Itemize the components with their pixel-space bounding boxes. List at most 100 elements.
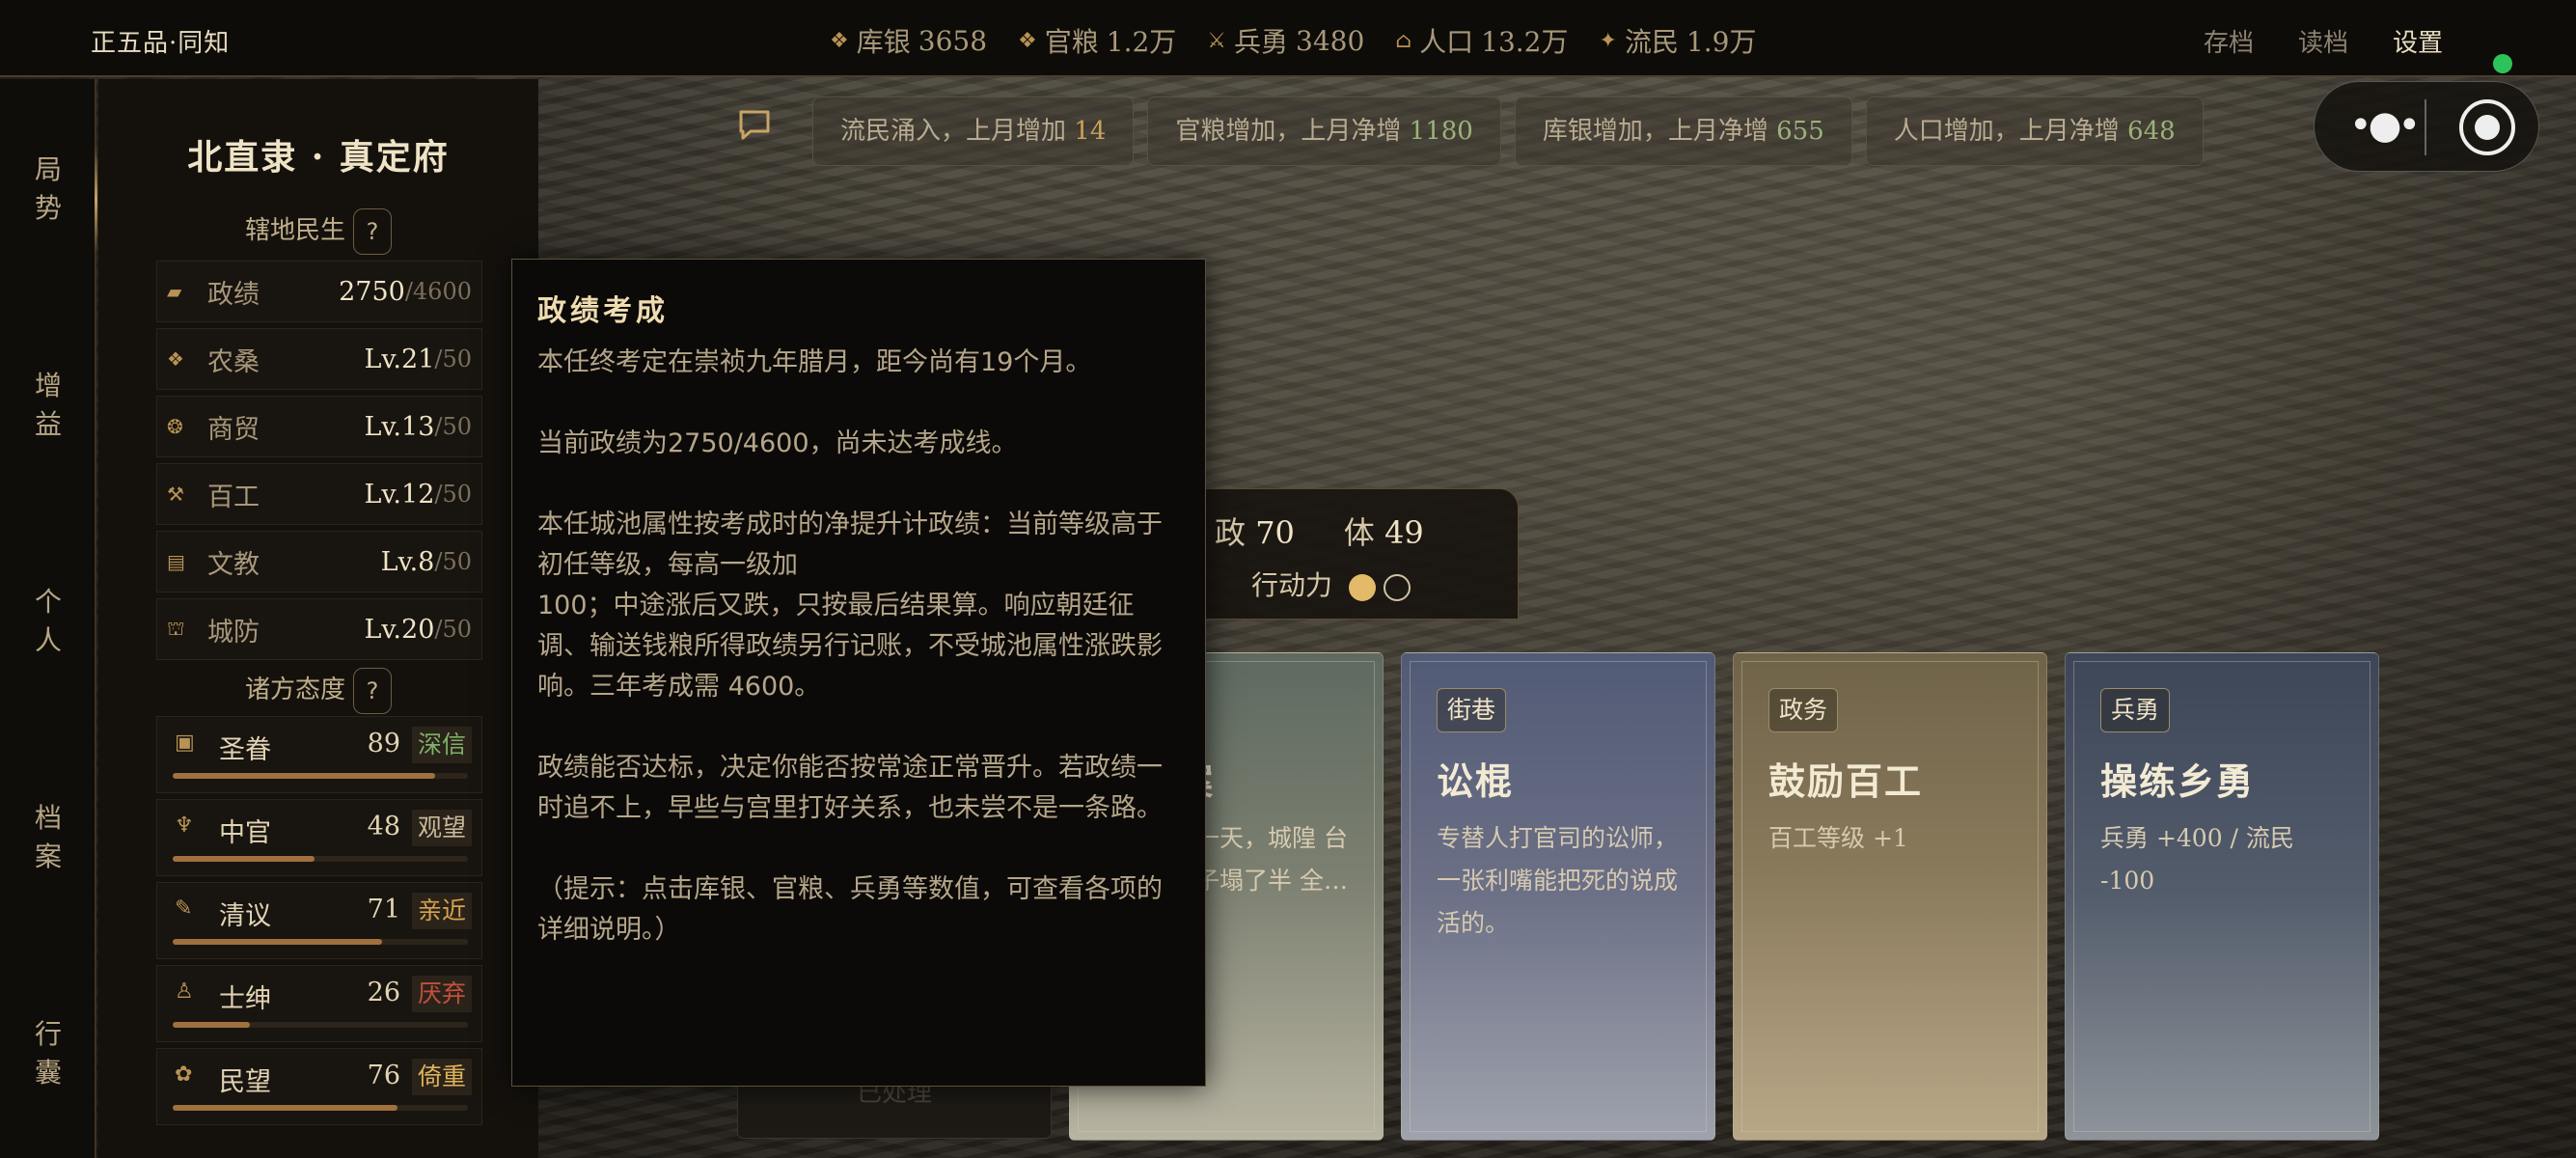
nav-archive[interactable]: 档案	[0, 799, 96, 876]
card-tag: 政务	[1768, 688, 1839, 732]
chat-icon[interactable]	[737, 108, 772, 150]
defense-icon: ⛫	[167, 616, 185, 640]
card-description: 专替人打官司的讼师，一张利嘴能把死的说成活的。	[1437, 824, 1679, 937]
attitude-eunuch[interactable]: ♆ 中官 48 观望	[156, 799, 482, 876]
attitude-bar-fill	[173, 1022, 250, 1028]
help-button[interactable]: ?	[353, 668, 392, 714]
attitude-bar-fill	[173, 773, 436, 779]
attitude-bar-fill	[173, 939, 383, 945]
section-livelihood: 辖地民生?	[98, 208, 538, 255]
card-description: 百工等级 +1	[1768, 824, 1908, 852]
news-item[interactable]: 官粮增加，上月净增 1180	[1147, 96, 1501, 166]
resource-refugees[interactable]: ✦ 流民 1.9万	[1600, 21, 1757, 60]
crafts-icon: ⚒	[167, 482, 184, 506]
merit-tooltip: 政绩考成 本任终考定在崇祯九年腊月，距今尚有19个月。 当前政绩为2750/46…	[511, 259, 1206, 1087]
attitude-scholars[interactable]: ✎ 清议 71 亲近	[156, 882, 482, 959]
attitude-gentry[interactable]: ♙ 士绅 26 厌弃	[156, 965, 482, 1042]
attitude-badge: 厌弃	[411, 976, 472, 1012]
action-point-pip	[1383, 573, 1411, 601]
trade-icon: ❂	[167, 415, 183, 438]
news-item[interactable]: 人口增加，上月净增 648	[1865, 96, 2204, 166]
action-point-pips	[1341, 569, 1411, 601]
top-menu: 存档 读档 设置	[2204, 23, 2443, 59]
capsule-divider	[2425, 99, 2426, 155]
card-tag: 兵勇	[2100, 688, 2171, 732]
tooltip-paragraph: 本任城池属性按考成时的净提升计政绩：当前等级高于初任等级，每高一级加 100；中…	[537, 510, 1163, 702]
card-tag: 街巷	[1437, 688, 1507, 732]
action-points: 行动力	[1251, 565, 1411, 603]
attitude-bar-fill	[173, 1105, 397, 1111]
education-icon: ▤	[167, 550, 185, 573]
resource-bar: ❖ 库银 3658 ❖ 官粮 1.2万 ⚔ 兵勇 3480 ⌂ 人口 13.2万 ✦ 流民 1.9万	[830, 21, 1756, 60]
official-rank: 正五品·同知	[91, 29, 231, 58]
soldier-icon: ⚔	[1207, 28, 1227, 53]
more-icon[interactable]: •●•	[2349, 103, 2421, 148]
attitude-bar	[173, 1105, 468, 1111]
people-icon: ✿	[175, 1062, 193, 1087]
grain-icon: ❖	[1018, 28, 1037, 53]
card-description: 兵勇 +400 / 流民 -100	[2100, 824, 2294, 895]
attitude-badge: 观望	[411, 810, 472, 846]
top-bar: 正五品·同知 ❖ 库银 3658 ❖ 官粮 1.2万 ⚔ 兵勇 3480 ⌂ 人口 13.2万 …	[0, 0, 2576, 77]
load-button[interactable]: 读档	[2298, 23, 2348, 59]
card-title: 讼棍	[1437, 759, 1515, 803]
region-panel: 北直隶 · 真定府 辖地民生? ▰ 政绩 2750/4600 ❖ 农桑 Lv.21/50…	[98, 79, 538, 1158]
card-title: 操练乡勇	[2100, 759, 2256, 803]
gentry-icon: ♙	[175, 979, 194, 1004]
eunuch-icon: ♆	[175, 813, 194, 838]
stat-agriculture[interactable]: ❖ 农桑 Lv.21/50	[156, 328, 482, 390]
stat-education[interactable]: ▤ 文教 Lv.8/50	[156, 531, 482, 593]
card-description: 一天，城隍 台子塌了半 全…	[1195, 824, 1348, 895]
attitude-bar	[173, 773, 468, 779]
news-item[interactable]: 库银增加，上月净增 655	[1514, 96, 1852, 166]
tooltip-body: 本任终考定在崇祯九年腊月，距今尚有19个月。 当前政绩为2750/4600，尚未…	[537, 343, 1182, 991]
settings-button[interactable]: 设置	[2393, 23, 2443, 59]
attitude-badge: 倚重	[411, 1059, 472, 1095]
attitude-bar	[173, 939, 468, 945]
news-strip: 流民涌入，上月增加 14 官粮增加，上月净增 1180 库银增加，上月净增 65…	[812, 96, 2204, 166]
scholar-icon: ✎	[175, 896, 193, 921]
miniprogram-capsule: •●•	[2314, 81, 2539, 172]
save-button[interactable]: 存档	[2204, 23, 2254, 59]
resource-silver[interactable]: ❖ 库银 3658	[830, 21, 987, 60]
tooltip-paragraph: 政绩能否达标，决定你能否按常途正常晋升。若政绩一时追不上，早些与宫里打好关系，也…	[537, 753, 1163, 823]
attitude-badge: 亲近	[411, 893, 472, 929]
stat-defense[interactable]: ⛫ 城防 Lv.20/50	[156, 598, 482, 660]
merit-icon: ▰	[167, 280, 182, 303]
attitude-bar	[173, 856, 468, 862]
nav-situation[interactable]: 局势	[0, 151, 96, 228]
resource-soldiers[interactable]: ⚔ 兵勇 3480	[1207, 21, 1364, 60]
stat-trade[interactable]: ❂ 商贸 Lv.13/50	[156, 396, 482, 457]
tooltip-paragraph: 当前政绩为2750/4600，尚未达考成线。	[537, 428, 1018, 458]
prefecture-title: 北直隶 · 真定府	[187, 137, 450, 178]
action-point-pip	[1348, 573, 1376, 601]
attitude-bar	[173, 1022, 468, 1028]
help-button[interactable]: ?	[353, 208, 392, 255]
event-card[interactable]: 兵勇 操练乡勇 兵勇 +400 / 流民 -100	[2065, 652, 2379, 1141]
event-card[interactable]: 街巷 讼棍 专替人打官司的讼师，一张利嘴能把死的说成活的。	[1401, 652, 1715, 1141]
agriculture-icon: ❖	[167, 347, 184, 371]
nav-buffs[interactable]: 增益	[0, 367, 96, 444]
nav-bag[interactable]: 行囊	[0, 1015, 96, 1092]
silver-icon: ❖	[830, 28, 849, 53]
left-nav: 局势 增益 个人 档案 行囊	[0, 79, 97, 1158]
tooltip-paragraph: （提示：点击库银、官粮、兵勇等数值，可查看各项的详细说明。）	[537, 874, 1163, 945]
stat-crafts[interactable]: ⚒ 百工 Lv.12/50	[156, 463, 482, 525]
event-card[interactable]: 政务 鼓励百工 百工等级 +1	[1733, 652, 2047, 1141]
resource-grain[interactable]: ❖ 官粮 1.2万	[1018, 21, 1176, 60]
population-icon: ⌂	[1395, 28, 1412, 53]
attribute-row: 政 70 体 49	[1215, 514, 1424, 551]
tooltip-title: 政绩考成	[537, 294, 669, 328]
close-target-icon[interactable]	[2459, 99, 2515, 155]
attitude-emperor[interactable]: ▣ 圣眷 89 深信	[156, 716, 482, 793]
refugee-icon: ✦	[1599, 28, 1617, 53]
news-item[interactable]: 流民涌入，上月增加 14	[812, 96, 1135, 166]
attitude-badge: 深信	[411, 727, 472, 763]
emperor-icon: ▣	[175, 731, 195, 755]
attitude-people[interactable]: ✿ 民望 76 倚重	[156, 1048, 482, 1125]
resource-population[interactable]: ⌂ 人口 13.2万	[1395, 21, 1568, 60]
stat-merit[interactable]: ▰ 政绩 2750/4600	[156, 261, 482, 322]
card-title: 鼓励百工	[1768, 759, 1924, 803]
nav-personal[interactable]: 个人	[0, 583, 96, 660]
attitude-bar-fill	[173, 856, 315, 862]
